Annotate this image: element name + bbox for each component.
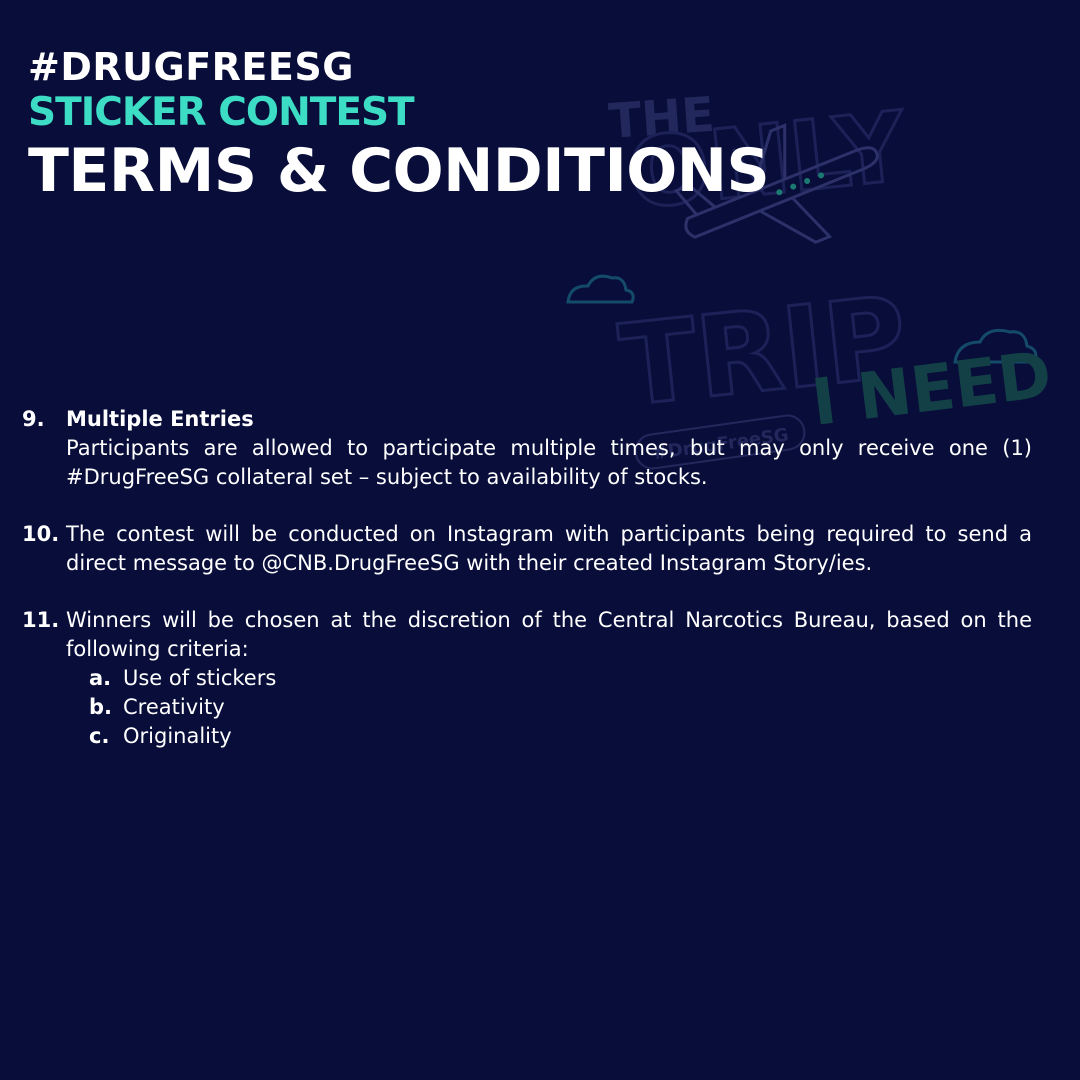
contest-subtitle: STICKER CONTEST [28,90,415,135]
terms-list: 9. Multiple Entries Participants are all… [22,405,1032,751]
page: THE ONLY TRIP I NEED #DrugFreeSG #DRUGFR… [0,0,1080,1080]
term-item-9: 9. Multiple Entries Participants are all… [22,405,1032,492]
criteria-letter: a. [89,666,112,690]
page-title: TERMS & CONDITIONS [28,136,770,206]
term-number: 11. [22,608,60,632]
criteria-list: a. Use of stickers b. Creativity c. Orig… [22,664,1032,751]
criteria-item: c. Originality [89,722,1032,751]
criteria-item: a. Use of stickers [89,664,1032,693]
hashtag-heading: #DRUGFREESG [28,45,354,89]
criteria-item: b. Creativity [89,693,1032,722]
term-item-10: 10. The contest will be conducted on Ins… [22,520,1032,578]
term-heading: Multiple Entries [66,407,254,431]
cloud-icon [566,274,635,304]
term-text: The contest will be conducted on Instagr… [66,522,1032,575]
criteria-text: Originality [123,724,232,748]
term-text: Winners will be chosen at the discretion… [66,608,1032,661]
criteria-letter: b. [89,695,113,719]
criteria-text: Use of stickers [123,666,277,690]
criteria-letter: c. [89,724,110,748]
term-text: Participants are allowed to participate … [66,436,1032,489]
header: #DRUGFREESG STICKER CONTEST TERMS & COND… [28,44,770,206]
term-number: 10. [22,522,60,546]
term-item-11: 11. Winners will be chosen at the discre… [22,606,1032,664]
term-number: 9. [22,407,45,431]
criteria-text: Creativity [123,695,225,719]
